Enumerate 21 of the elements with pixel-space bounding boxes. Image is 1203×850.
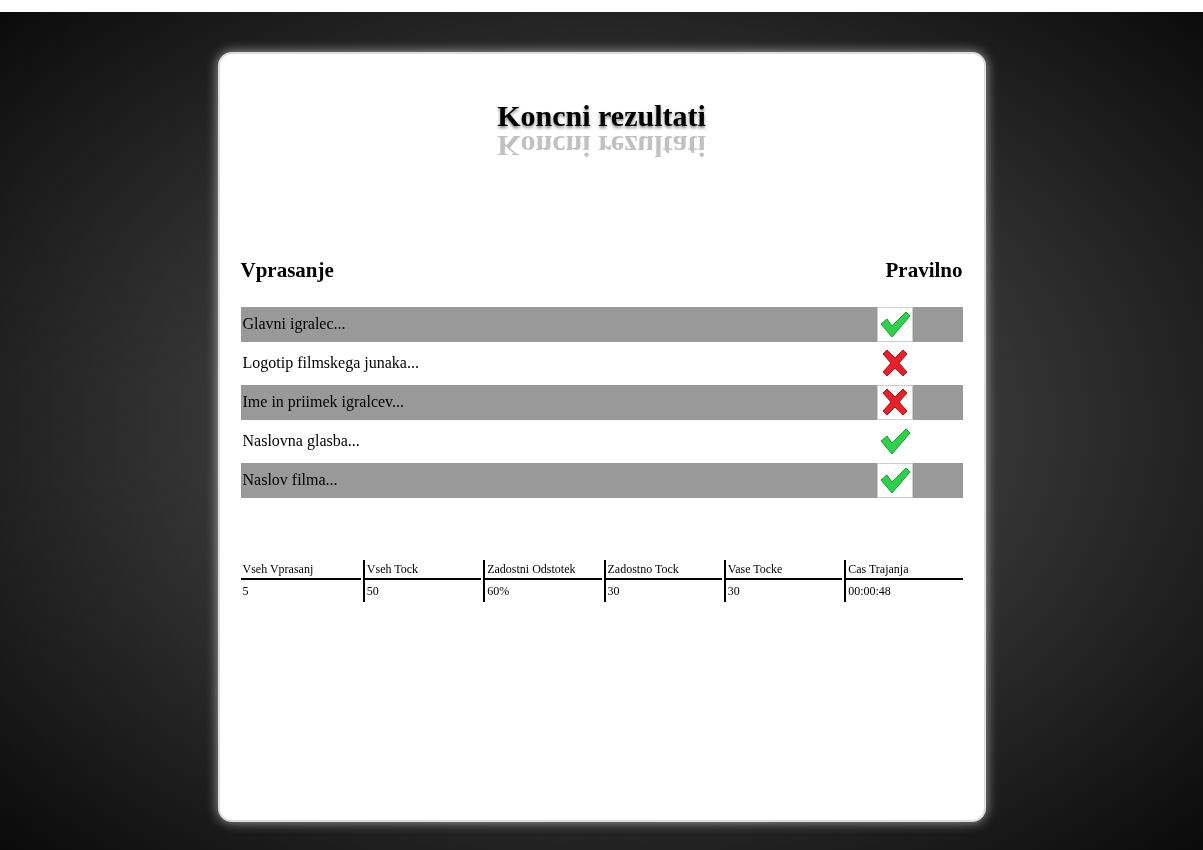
summary-header: Zadostno Tock xyxy=(603,559,722,580)
question-text: Glavni igralec... xyxy=(241,314,347,335)
column-header: Vprasanje xyxy=(240,257,334,284)
summary-value: 5 xyxy=(241,582,250,600)
question-text: Naslovna glasba... xyxy=(241,431,361,452)
question-text: Naslov filma... xyxy=(241,470,339,490)
question-text: Ime in priimek igralcev... xyxy=(241,392,406,413)
summary-header: Zadostni Odstotek xyxy=(483,559,602,580)
summary-value: 00:00:48 xyxy=(844,579,963,602)
summary-header: Cas Trajanja xyxy=(844,559,963,580)
title-reflection: Koncni rezultati xyxy=(497,133,706,159)
question-text: Logotip filmskega junaka... xyxy=(241,353,420,374)
page-title: Koncni rezultati xyxy=(497,99,706,133)
column-header: Pravilno xyxy=(885,257,963,284)
summary-value: 30 xyxy=(723,579,843,602)
summary-value: 60% xyxy=(483,579,602,602)
summary-value: 50 xyxy=(362,579,482,602)
summary-header: Vseh Vprasanj xyxy=(240,559,361,580)
summary-header: Vase Tocke xyxy=(723,559,843,580)
summary-header: Vseh Tock xyxy=(362,559,482,580)
summary-value: 30 xyxy=(603,579,722,602)
